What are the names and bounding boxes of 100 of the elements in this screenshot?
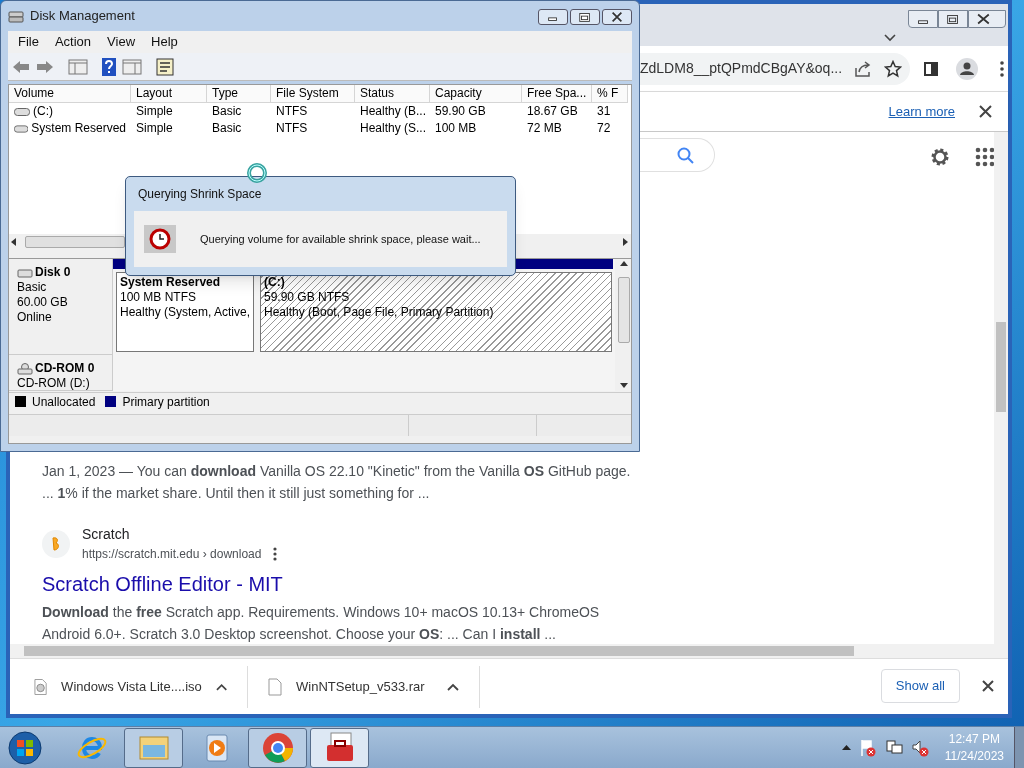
vertical-scrollbar[interactable] bbox=[994, 132, 1008, 658]
column-header[interactable]: Type bbox=[207, 85, 271, 103]
learn-more-link[interactable]: Learn more bbox=[888, 101, 955, 122]
taskbar-button[interactable] bbox=[310, 727, 369, 768]
apps-grid-icon[interactable] bbox=[975, 147, 995, 167]
result-title-link[interactable]: Scratch Offline Editor - MIT bbox=[42, 569, 642, 599]
help-icon[interactable] bbox=[102, 57, 116, 76]
address-bar[interactable]: ZdLDM8__ptQPmdCBgAY&oq... bbox=[638, 52, 910, 85]
horizontal-scrollbar[interactable] bbox=[10, 644, 994, 658]
table-cell: 72 MB bbox=[527, 120, 562, 137]
more-options-icon[interactable] bbox=[273, 547, 278, 561]
forward-arrow-icon[interactable] bbox=[36, 59, 54, 74]
scroll-left-icon[interactable] bbox=[11, 238, 17, 246]
network-icon[interactable] bbox=[884, 738, 903, 757]
scrollbar-thumb[interactable] bbox=[25, 236, 125, 248]
vertical-scrollbar[interactable] bbox=[617, 259, 631, 390]
disk-name: Disk 0 bbox=[35, 265, 71, 280]
column-header[interactable]: % F bbox=[592, 85, 628, 103]
table-cell: Healthy (B... bbox=[360, 103, 427, 120]
volume-drive-icon bbox=[14, 107, 30, 116]
close-button[interactable] bbox=[968, 10, 1006, 28]
disc-file-icon bbox=[34, 677, 48, 696]
close-button[interactable] bbox=[602, 9, 632, 25]
caret-up-icon[interactable] bbox=[447, 682, 459, 691]
table-cell: 31 bbox=[597, 103, 611, 120]
scrollbar-thumb[interactable] bbox=[24, 646, 854, 656]
partition-block[interactable]: (C:) 59.90 GB NTFS Healthy (Boot, Page File, Primary Partition) bbox=[260, 272, 612, 352]
side-panel-icon[interactable] bbox=[924, 61, 938, 76]
start-button[interactable] bbox=[8, 730, 42, 765]
disk-info: Online bbox=[17, 310, 53, 325]
minimize-button[interactable] bbox=[538, 9, 568, 25]
action-pane-icon[interactable] bbox=[122, 58, 142, 75]
column-header[interactable]: File System bbox=[271, 85, 355, 103]
show-all-button[interactable]: Show all bbox=[880, 669, 960, 703]
result-snippet: Jan 1, 2023 — You can download Vanilla OS 22.10 "Kinetic" from the Vanilla OS GitHub page. ... 1% if the market share. Until then it still just something for ... bbox=[42, 462, 632, 503]
scroll-down-icon[interactable] bbox=[620, 383, 628, 388]
table-cell: (C:) bbox=[33, 103, 53, 120]
column-header[interactable]: Free Spa... bbox=[522, 85, 592, 103]
table-cell: 100 MB bbox=[435, 120, 477, 137]
table-cell: Simple bbox=[136, 103, 173, 120]
taskbar-button[interactable] bbox=[248, 727, 307, 768]
partition-size: 59.90 GB NTFS bbox=[264, 290, 351, 305]
scroll-right-icon[interactable] bbox=[623, 238, 629, 246]
properties-icon[interactable] bbox=[156, 57, 174, 76]
table-cell: Simple bbox=[136, 120, 173, 137]
disk-name: CD-ROM 0 bbox=[35, 361, 95, 376]
caret-up-icon[interactable] bbox=[841, 745, 851, 750]
disk-info: CD-ROM (D:) bbox=[17, 376, 91, 391]
flag-error-icon[interactable] bbox=[858, 738, 877, 757]
partition-name: (C:) bbox=[264, 275, 286, 290]
partition-status: Healthy (Boot, Page File, Primary Partition) bbox=[264, 305, 495, 320]
dialog-message: Querying volume for available shrink space, please wait... bbox=[200, 231, 481, 247]
download-item[interactable]: WinNTSetup_v533.rar bbox=[248, 665, 480, 708]
legend-label: Primary partition bbox=[122, 393, 210, 411]
clock-icon bbox=[144, 225, 176, 253]
disk-info: 60.00 GB bbox=[17, 295, 69, 310]
console-tree-icon[interactable] bbox=[68, 58, 88, 75]
muted-speaker-icon[interactable] bbox=[910, 738, 929, 757]
caret-up-icon[interactable] bbox=[215, 682, 227, 691]
close-icon[interactable] bbox=[979, 105, 992, 118]
share-icon[interactable] bbox=[854, 59, 873, 78]
minimize-button[interactable] bbox=[908, 10, 938, 28]
settings-icon[interactable] bbox=[929, 146, 951, 168]
scrollbar-thumb[interactable] bbox=[618, 277, 630, 343]
column-header[interactable]: Status bbox=[355, 85, 430, 103]
table-cell: 72 bbox=[597, 120, 611, 137]
menu-item[interactable]: Help bbox=[145, 32, 184, 52]
search-icon[interactable] bbox=[677, 146, 694, 164]
maximize-button[interactable] bbox=[570, 9, 600, 25]
table-cell: System Reserved bbox=[31, 120, 126, 137]
menu-item[interactable]: Action bbox=[48, 32, 98, 52]
disk-drive-icon bbox=[8, 9, 24, 23]
partition-block[interactable]: System Reserved 100 MB NTFS Healthy (System, Active, bbox=[116, 272, 254, 352]
more-options-icon[interactable] bbox=[1000, 60, 1004, 77]
partition-size: 100 MB NTFS bbox=[120, 290, 198, 305]
column-header[interactable]: Capacity bbox=[430, 85, 522, 103]
column-header[interactable]: Layout bbox=[131, 85, 207, 103]
chevron-down-icon[interactable] bbox=[884, 34, 896, 42]
close-icon[interactable] bbox=[982, 680, 994, 692]
column-header[interactable]: Volume bbox=[9, 85, 131, 103]
profile-icon[interactable] bbox=[956, 57, 978, 80]
volume-drive-icon bbox=[14, 124, 29, 133]
site-url: https://scratch.mit.edu › download bbox=[82, 546, 262, 563]
url-text: ZdLDM8__ptQPmdCBgAY&oq... bbox=[640, 59, 843, 78]
window-title: Disk Management bbox=[30, 7, 135, 26]
partition-name: System Reserved bbox=[120, 275, 222, 290]
table-cell: 18.67 GB bbox=[527, 103, 578, 120]
dialog-title: Querying Shrink Space bbox=[137, 186, 263, 203]
maximize-button[interactable] bbox=[938, 10, 968, 28]
scrollbar-thumb[interactable] bbox=[996, 322, 1006, 412]
table-cell: Healthy (S... bbox=[360, 120, 427, 137]
menu-item[interactable]: View bbox=[101, 32, 142, 52]
star-icon[interactable] bbox=[884, 59, 903, 78]
disk-info: Basic bbox=[17, 280, 48, 295]
back-arrow-icon[interactable] bbox=[12, 59, 30, 74]
scroll-up-icon[interactable] bbox=[620, 261, 628, 266]
download-item[interactable]: Windows Vista Lite....iso bbox=[10, 665, 248, 708]
menu-item[interactable]: File bbox=[12, 32, 45, 52]
table-cell: NTFS bbox=[276, 103, 308, 120]
download-name: WinNTSetup_v533.rar bbox=[296, 677, 426, 696]
